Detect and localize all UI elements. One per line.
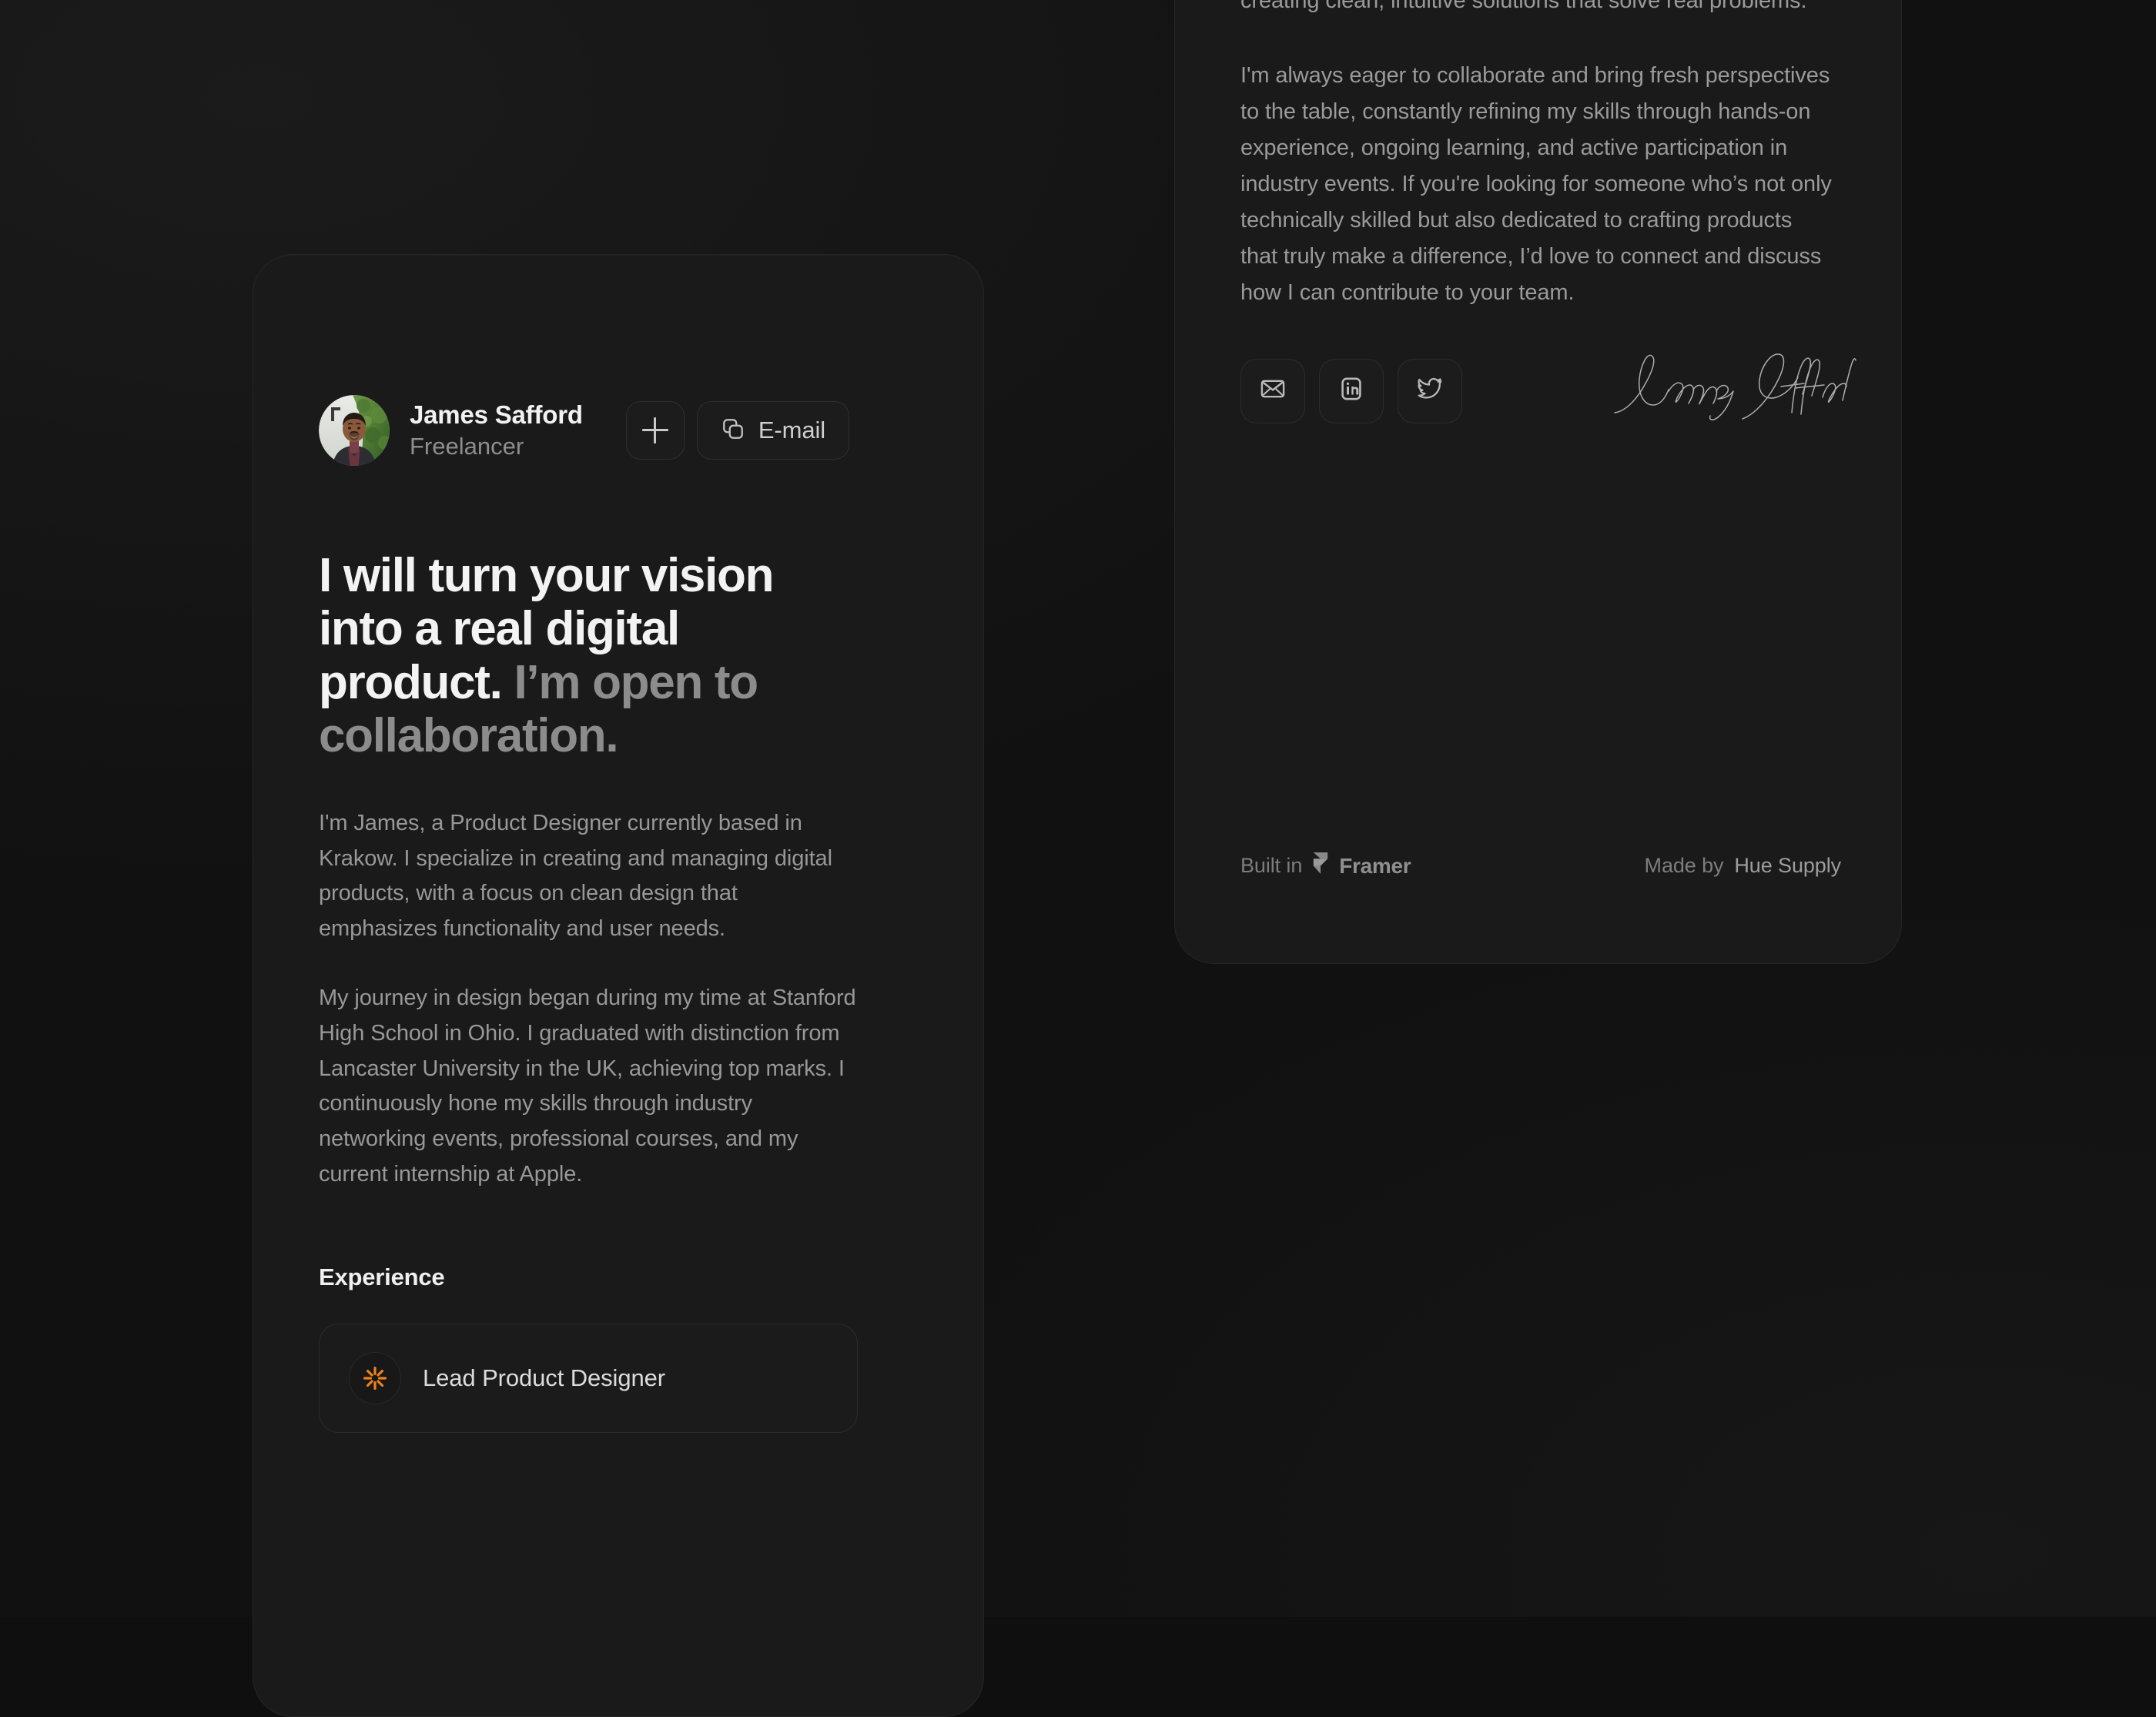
plus-icon — [641, 417, 668, 443]
framer-brand-label: Framer — [1339, 853, 1411, 878]
made-by-label: Made by — [1644, 854, 1724, 877]
made-by-hue-supply[interactable]: Made by Hue Supply — [1644, 854, 1842, 878]
about-card-footer: Built in Framer Made by Hue Supply — [1240, 852, 1841, 880]
about-paragraph-1: creating clean, intuitive solutions that… — [1240, 0, 1807, 13]
hue-supply-brand-label: Hue Supply — [1734, 854, 1841, 877]
avatar — [319, 395, 390, 466]
bio-paragraph-2: My journey in design began during my tim… — [319, 986, 856, 1187]
social-links — [1240, 353, 1856, 423]
page-title: I will turn your vision into a real digi… — [319, 549, 858, 763]
twitter-icon — [1415, 374, 1445, 407]
twitter-link-button[interactable] — [1398, 358, 1462, 423]
profile-header: James Safford Freelancer E-mail — [319, 393, 919, 467]
about-paragraph-2: I'm always eager to collaborate and brin… — [1240, 62, 1832, 305]
signature-mark — [1602, 346, 1856, 431]
copy-icon — [721, 417, 745, 445]
sunburst-logo-icon — [349, 1351, 401, 1404]
profile-role: Freelancer — [410, 433, 524, 460]
email-button-label: E-mail — [758, 417, 826, 443]
page-background: James Safford Freelancer E-mail I will t… — [0, 0, 2156, 1717]
bio-paragraph-1: I'm James, a Product Designer currently … — [319, 810, 832, 942]
about-card-content: creating clean, intuitive solutions that… — [1240, 0, 1856, 963]
email-link-button[interactable] — [1240, 358, 1305, 423]
linkedin-icon — [1337, 375, 1365, 407]
built-in-framer[interactable]: Built in Framer — [1240, 852, 1411, 880]
profile-name: James Safford — [410, 400, 583, 430]
profile-card-content: James Safford Freelancer E-mail I will t… — [319, 393, 919, 1433]
email-copy-button[interactable]: E-mail — [696, 401, 850, 460]
profile-card: James Safford Freelancer E-mail I will t… — [253, 254, 984, 1717]
email-icon — [1259, 375, 1287, 407]
experience-item[interactable]: Lead Product Designer — [319, 1323, 858, 1433]
profile-actions: E-mail — [625, 401, 850, 460]
add-button[interactable] — [625, 401, 685, 460]
built-in-label: Built in — [1240, 854, 1303, 877]
about-card: creating clean, intuitive solutions that… — [1174, 0, 1902, 964]
linkedin-link-button[interactable] — [1319, 358, 1384, 423]
experience-item-title: Lead Product Designer — [423, 1364, 665, 1391]
profile-identity: James Safford Freelancer — [410, 400, 583, 460]
about-text-block: creating clean, intuitive solutions that… — [1240, 0, 1856, 423]
framer-logo-icon — [1311, 852, 1330, 880]
experience-heading: Experience — [319, 1263, 445, 1290]
